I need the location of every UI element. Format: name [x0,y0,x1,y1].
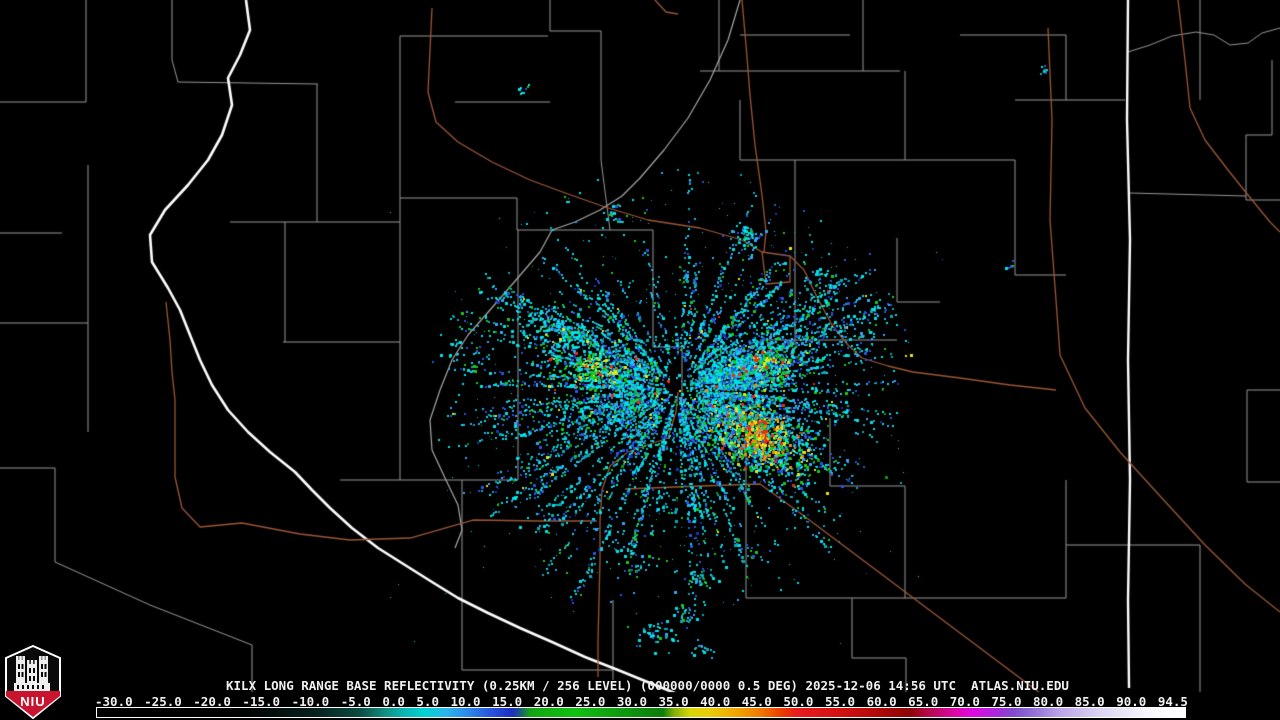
niu-logo-text: NIU [20,694,45,709]
reflectivity-colorbar [96,707,1186,718]
radar-display: KILX LONG RANGE BASE REFLECTIVITY (0.25K… [0,0,1280,720]
niu-logo: NIU [5,645,61,719]
radar-map-canvas [0,0,1280,720]
product-caption: KILX LONG RANGE BASE REFLECTIVITY (0.25K… [226,678,1069,693]
